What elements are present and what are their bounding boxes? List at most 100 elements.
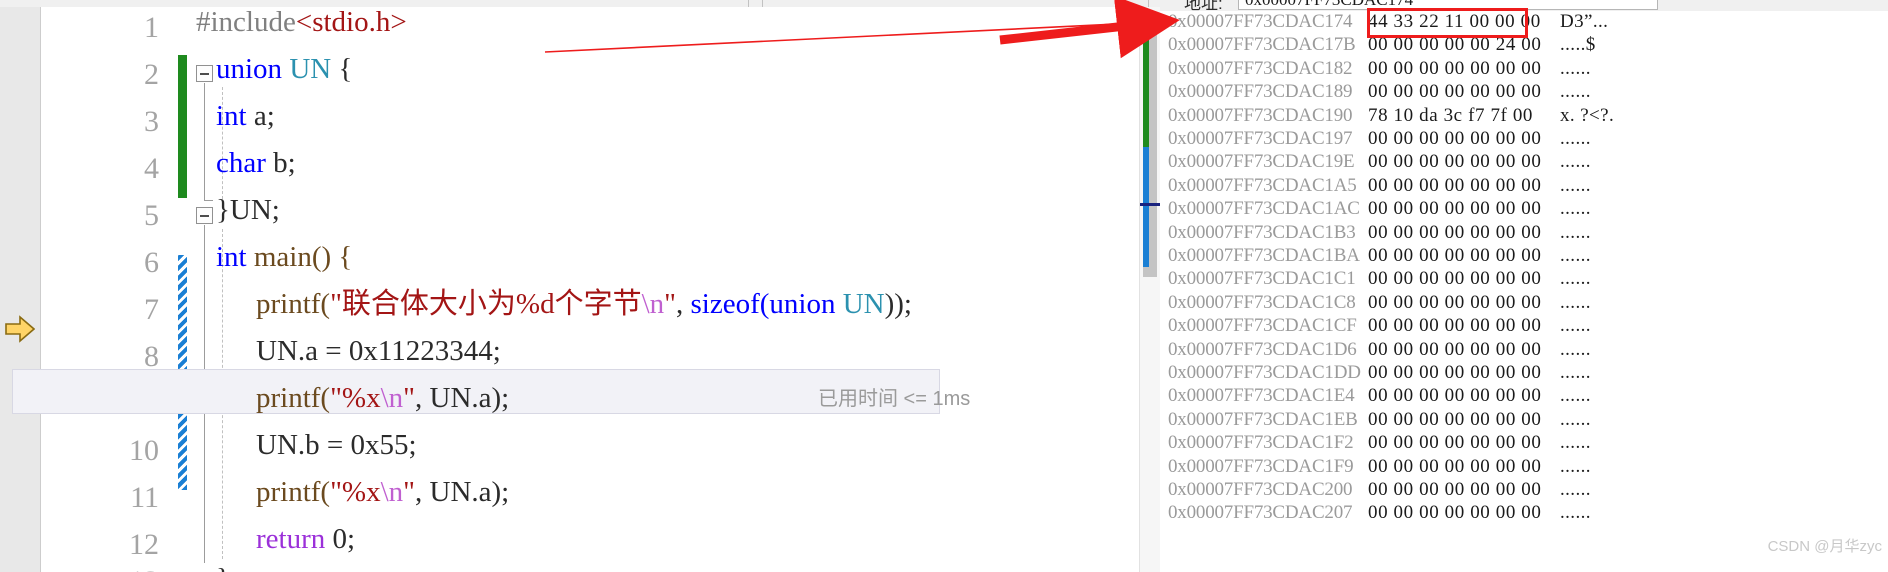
code-line-3[interactable]: int a; [216,93,275,140]
code-line-9[interactable]: printf("%x\n", UN.a); [256,375,509,422]
memory-row-ascii: ...... [1560,174,1591,196]
format-string-hex: "%x [330,382,381,414]
memory-row-address: 0x00007FF73CDAC17B [1168,34,1356,56]
memory-row-ascii: ...... [1560,57,1591,79]
quote-close: " [403,382,415,414]
memory-row[interactable]: 0x00007FF73CDAC197 00 00 00 00 00 00 00..… [1160,128,1888,151]
memory-row[interactable]: 0x00007FF73CDAC1C8 00 00 00 00 00 00 00..… [1160,292,1888,315]
memory-row-hex: 00 00 00 00 00 00 00 [1368,362,1542,383]
code-line-6[interactable]: int main() { [216,234,352,281]
memory-row-ascii: ...... [1560,338,1591,360]
memory-row[interactable]: 0x00007FF73CDAC1F9 00 00 00 00 00 00 00..… [1160,456,1888,479]
memory-window-pane[interactable]: 地址: 0x00007FF73CDAC174 0x00007FF73CDAC17… [1160,0,1888,572]
escape-newline: \n [380,476,404,508]
memory-row-ascii: ...... [1560,245,1591,266]
code-line-12[interactable]: return 0; [256,516,355,563]
memory-row-hex: 44 33 22 11 00 00 00 [1368,11,1541,32]
memory-row-ascii: ...... [1560,291,1591,313]
code-line-1[interactable]: #include<stdio.h> [196,7,407,46]
brace-open: { [331,53,353,85]
memory-row[interactable]: 0x00007FF73CDAC207 00 00 00 00 00 00 00..… [1160,502,1888,525]
memory-row-address: 0x00007FF73CDAC1EB [1168,408,1358,430]
memory-row-ascii: ...... [1560,479,1591,500]
code-line-11[interactable]: printf("%x\n", UN.a); [256,469,509,516]
memory-row[interactable]: 0x00007FF73CDAC1AC 00 00 00 00 00 00 00..… [1160,198,1888,221]
memory-row[interactable]: 0x00007FF73CDAC1CF 00 00 00 00 00 00 00..… [1160,315,1888,338]
memory-row[interactable]: 0x00007FF73CDAC200 00 00 00 00 00 00 00..… [1160,479,1888,502]
memory-row-address: 0x00007FF73CDAC1C1 [1168,268,1356,290]
code-line-8[interactable]: UN.a = 0x11223344; [256,328,501,375]
keyword-union-arg: union [769,288,836,320]
memory-row[interactable]: 0x00007FF73CDAC17B 00 00 00 00 00 24 00..… [1160,34,1888,57]
memory-row[interactable]: 0x00007FF73CDAC1C1 00 00 00 00 00 00 00..… [1160,268,1888,291]
scrollbar-down-button[interactable] [1140,554,1160,572]
memory-row-address: 0x00007FF73CDAC1E4 [1168,385,1355,407]
memory-row-address: 0x00007FF73CDAC1F9 [1168,455,1354,477]
memory-row[interactable]: 0x00007FF73CDAC1DD 00 00 00 00 00 00 00..… [1160,362,1888,385]
assign-a: UN.a = 0x11223344; [256,335,501,367]
format-string-chinese: "联合体大小为%d个字节 [330,288,642,320]
memory-row-address: 0x00007FF73CDAC19E [1168,151,1355,173]
memory-row-hex: 00 00 00 00 00 00 00 [1368,81,1542,103]
memory-row[interactable]: 0x00007FF73CDAC1B3 00 00 00 00 00 00 00..… [1160,222,1888,245]
memory-row[interactable]: 0x00007FF73CDAC1D6 00 00 00 00 00 00 00..… [1160,339,1888,362]
memory-address-value: 0x00007FF73CDAC174 [1245,0,1413,10]
printf-call: printf( [256,476,331,508]
memory-row-address: 0x00007FF73CDAC1C8 [1168,291,1356,313]
line-number: 12 [129,528,159,561]
memory-row[interactable]: 0x00007FF73CDAC1E4 00 00 00 00 00 00 00..… [1160,385,1888,408]
memory-row[interactable]: 0x00007FF73CDAC189 00 00 00 00 00 00 00..… [1160,81,1888,104]
type-arg-un: UN [835,288,885,320]
scrollbar-current-position-marker [1140,203,1160,206]
line-number: 4 [144,152,159,185]
code-line-4[interactable]: char b; [216,140,296,187]
union-close: }UN; [216,194,280,226]
memory-row[interactable]: 0x00007FF73CDAC1EB 00 00 00 00 00 00 00..… [1160,409,1888,432]
memory-row-address: 0x00007FF73CDAC1F2 [1168,432,1354,454]
memory-row-hex: 00 00 00 00 00 00 00 [1368,221,1542,243]
code-line-7[interactable]: printf("联合体大小为%d个字节\n", sizeof(union UN)… [256,281,912,328]
printf-call: printf( [256,288,331,320]
line-number: 11 [130,481,159,514]
memory-row-address: 0x00007FF73CDAC189 [1168,81,1353,103]
memory-row[interactable]: 0x00007FF73CDAC174 44 33 22 11 00 00 00 D3… [1160,11,1888,34]
comma-sep: , [676,288,691,320]
editor-indicator-margin[interactable] [0,7,41,572]
code-text-layer[interactable]: #include<stdio.h> union UN { int a; char… [196,7,1156,572]
memory-row[interactable]: 0x00007FF73CDAC1F2 00 00 00 00 00 00 00..… [1160,432,1888,455]
keyword-return: return [256,523,326,555]
return-value: 0; [325,523,356,555]
tab-seam-2 [762,0,763,7]
line-number: 10 [129,434,159,467]
line-number: 7 [144,293,159,326]
memory-row-hex: 00 00 00 00 00 00 00 [1368,315,1542,337]
memory-row-address: 0x00007FF73CDAC182 [1168,57,1353,79]
code-line-5[interactable]: }UN; [216,187,280,234]
memory-address-input[interactable]: 0x00007FF73CDAC174 [1238,0,1658,10]
printf-call: printf( [256,382,331,414]
memory-row-address: 0x00007FF73CDAC1A5 [1168,174,1357,196]
memory-row-hex: 00 00 00 00 00 00 00 [1368,432,1542,454]
memory-row-ascii: ...... [1560,432,1591,454]
memory-row[interactable]: 0x00007FF73CDAC19E 00 00 00 00 00 00 00..… [1160,151,1888,174]
scrollbar-up-button[interactable] [1140,7,1160,25]
code-line-13[interactable]: } [216,556,230,572]
memory-row[interactable]: 0x00007FF73CDAC1BA 00 00 00 00 00 00 00..… [1160,245,1888,268]
line-number: 1 [144,11,159,44]
editor-vertical-scrollbar[interactable] [1139,7,1160,572]
memory-row[interactable]: 0x00007FF73CDAC182 00 00 00 00 00 00 00..… [1160,58,1888,81]
execution-pointer-arrow-icon [5,315,35,343]
code-editor-pane[interactable]: 1 2 3 4 5 6 7 8 9 10 11 12 13 #incl [0,7,1160,572]
memory-dump-list[interactable]: 0x00007FF73CDAC174 44 33 22 11 00 00 00 D3… [1160,11,1888,572]
memory-row[interactable]: 0x00007FF73CDAC190 78 10 da 3c f7 7f 00 x.… [1160,105,1888,128]
code-line-10[interactable]: UN.b = 0x55; [256,422,417,469]
memory-row-hex: 00 00 00 00 00 00 00 [1368,338,1542,360]
escape-newline: \n [641,288,665,320]
scrollbar-annotation-saved [1143,27,1149,147]
scrollbar-annotation-unsaved [1143,147,1149,267]
code-line-2[interactable]: union UN { [216,46,352,93]
memory-row[interactable]: 0x00007FF73CDAC1A5 00 00 00 00 00 00 00..… [1160,175,1888,198]
memory-row-ascii: ...... [1560,315,1591,337]
memory-row-address: 0x00007FF73CDAC174 [1168,11,1353,32]
memory-row-hex: 00 00 00 00 00 00 00 [1368,174,1542,196]
